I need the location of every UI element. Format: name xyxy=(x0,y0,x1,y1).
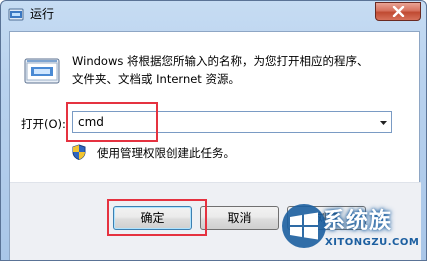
watermark-subtext: XITONGZU.COM xyxy=(325,237,420,248)
admin-privilege-note: 使用管理权限创建此任务。 xyxy=(97,146,235,160)
highlight-box-cmd xyxy=(66,102,158,142)
cancel-button[interactable]: 取消 xyxy=(200,206,279,230)
windows-logo-icon xyxy=(282,204,326,248)
watermark-text: 系统族 xyxy=(323,209,393,234)
close-button[interactable] xyxy=(375,2,421,21)
description-line-1: Windows 将根据您所输入的名称，为您打开相应的程序、 xyxy=(72,54,369,68)
window-title: 运行 xyxy=(30,7,55,21)
run-app-icon xyxy=(8,8,24,21)
run-program-icon xyxy=(24,58,60,84)
title-bar[interactable]: 运行 xyxy=(1,1,426,29)
close-icon xyxy=(392,6,405,17)
highlight-box-ok xyxy=(107,199,207,236)
description-line-2: 文件夹、文档或 Internet 资源。 xyxy=(72,72,240,86)
open-label: 打开(O): xyxy=(21,117,66,131)
uac-shield-icon xyxy=(72,144,86,160)
watermark: 系统族 XITONGZU.COM xyxy=(273,199,427,261)
chevron-down-icon[interactable] xyxy=(379,118,388,127)
